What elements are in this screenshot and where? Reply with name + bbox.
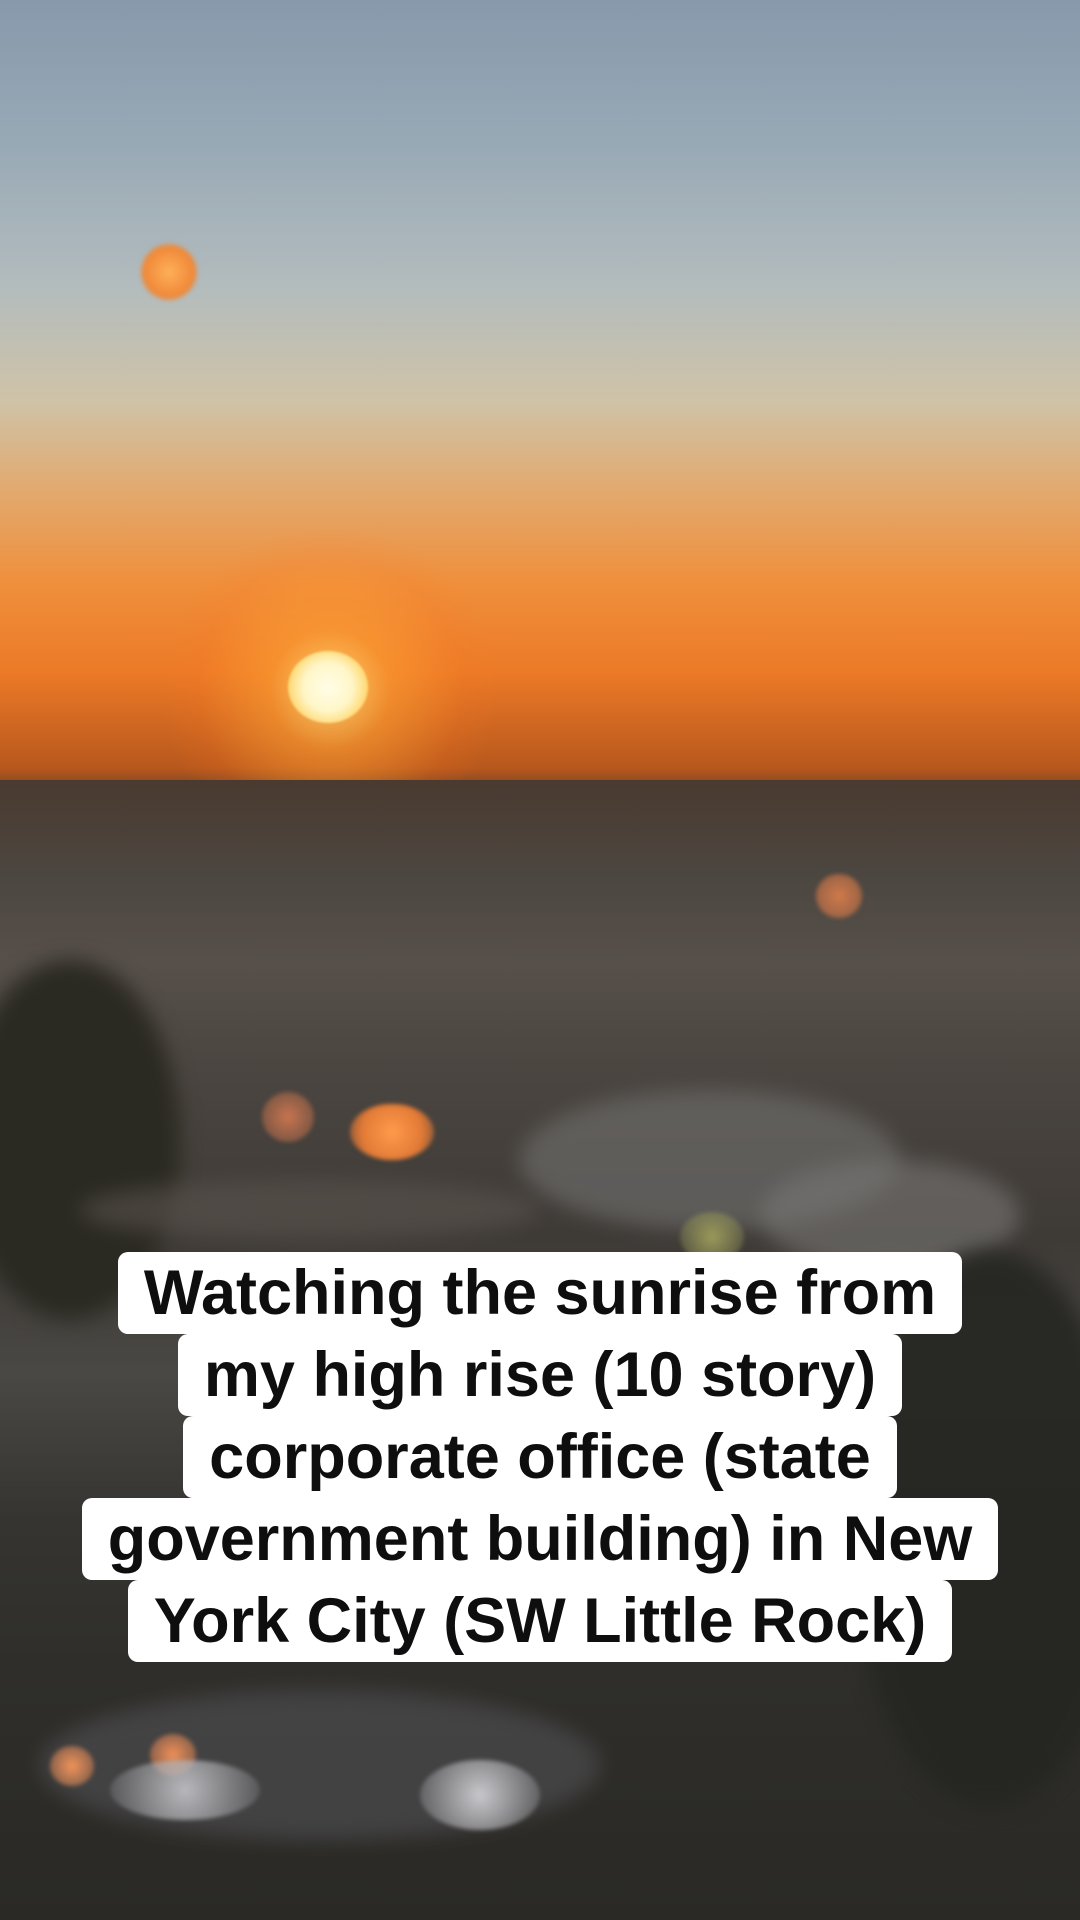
bokeh-light (110, 1760, 260, 1820)
caption-overlay: Watching the sunrise from my high rise (… (0, 1252, 1080, 1662)
bokeh-light (50, 1746, 94, 1786)
sunrise-photo: Watching the sunrise from my high rise (… (0, 0, 1080, 1920)
caption-line: government building) in New (81, 1498, 999, 1580)
caption-line: Watching the sunrise from (117, 1252, 963, 1334)
caption-line: York City (SW Little Rock) (127, 1580, 953, 1662)
caption-line: corporate office (state (183, 1416, 897, 1498)
caption-line: my high rise (10 story) (177, 1334, 903, 1416)
bokeh-light (262, 1092, 314, 1142)
road-blur (80, 1180, 540, 1240)
bokeh-light (816, 874, 862, 918)
sun (288, 651, 368, 723)
bokeh-light (420, 1760, 540, 1830)
bokeh-light (350, 1104, 434, 1160)
bokeh-light (141, 244, 197, 300)
